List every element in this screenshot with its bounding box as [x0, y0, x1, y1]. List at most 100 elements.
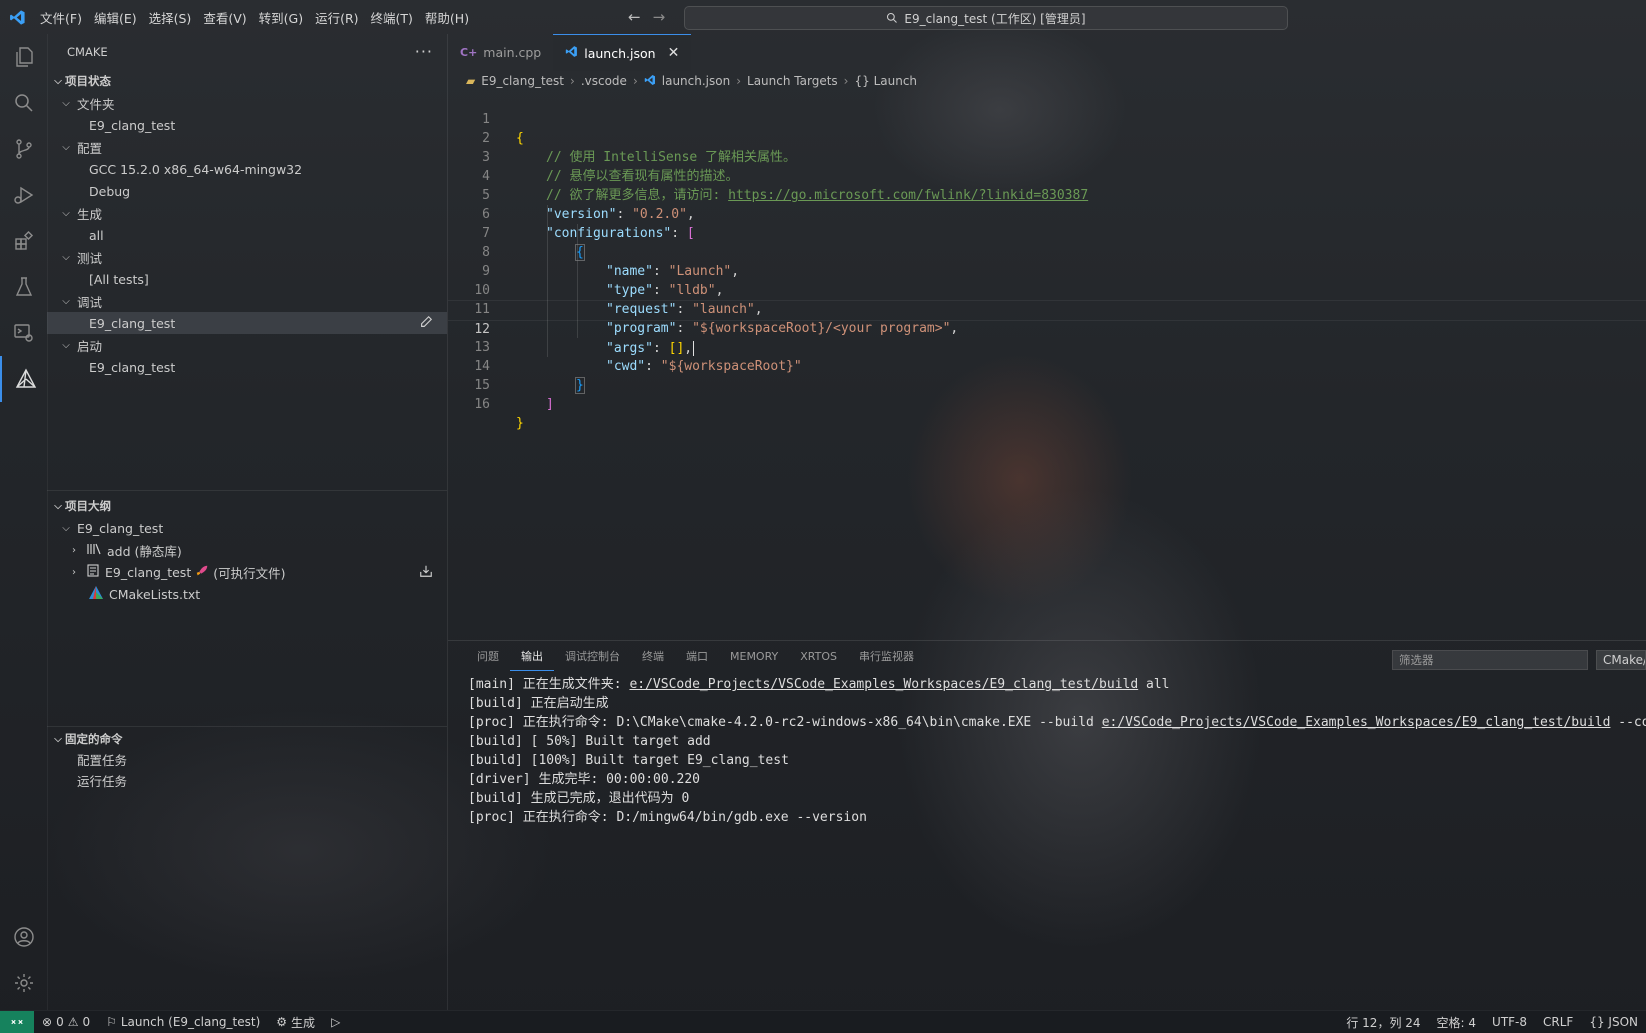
- tree-item-debug[interactable]: ⌵ 调试: [47, 290, 447, 312]
- outline-item-lib[interactable]: › add (静态库): [47, 539, 447, 561]
- tree-item-debug-target[interactable]: E9_clang_test: [47, 312, 447, 334]
- search-icon[interactable]: [0, 80, 47, 126]
- library-icon: [87, 543, 101, 558]
- remote-indicator-icon[interactable]: [0, 1011, 34, 1033]
- testing-icon[interactable]: [0, 264, 47, 310]
- chevron-right-icon: ›: [843, 74, 849, 88]
- search-title: E9_clang_test (工作区) [管理员]: [904, 11, 1086, 26]
- remote-explorer-icon[interactable]: [0, 310, 47, 356]
- source-control-icon[interactable]: [0, 126, 47, 172]
- project-outline-section: ⌵ 项目大纲 ⌵ E9_clang_test › add (静态库) › E9_…: [47, 490, 447, 605]
- section-project-status[interactable]: ⌵ 项目状态: [47, 70, 447, 92]
- back-arrow-icon[interactable]: ←: [628, 8, 641, 26]
- chevron-down-icon: ⌵: [62, 141, 70, 153]
- tree-item-build-target[interactable]: all: [47, 224, 447, 246]
- tab-launch-json[interactable]: launch.json ✕: [553, 34, 692, 71]
- chevron-right-icon: ›: [72, 566, 76, 578]
- forward-arrow-icon[interactable]: →: [653, 8, 666, 26]
- breadcrumb-symbol[interactable]: {} Launch: [854, 74, 917, 88]
- chevron-right-icon: ›: [736, 74, 742, 88]
- section-pinned-commands[interactable]: ⌵ 固定的命令: [47, 729, 447, 749]
- tree-item-launch-target[interactable]: E9_clang_test: [47, 356, 447, 378]
- tab-main-cpp[interactable]: C+ main.cpp: [448, 34, 553, 70]
- gear-icon[interactable]: [0, 960, 47, 1006]
- launch-target-status[interactable]: ⚐ Launch (E9_clang_test): [98, 1015, 268, 1029]
- output-log[interactable]: [main] 正在生成文件夹: e:/VSCode_Projects/VSCod…: [448, 675, 1646, 1005]
- tree-item-build-type[interactable]: Debug: [47, 180, 447, 202]
- folder-icon: ▰: [466, 74, 476, 88]
- extensions-icon[interactable]: [0, 218, 47, 264]
- chevron-down-icon: ⌵: [62, 207, 70, 219]
- panel-tab-xrtos[interactable]: XRTOS: [789, 641, 848, 671]
- tree-item-folder[interactable]: ⌵ 文件夹: [47, 92, 447, 114]
- breadcrumb-subfolder[interactable]: .vscode: [581, 74, 627, 88]
- menu-help[interactable]: 帮助(H): [419, 8, 475, 27]
- tree-item-build[interactable]: ⌵ 生成: [47, 202, 447, 224]
- indentation[interactable]: 空格: 4: [1429, 1014, 1485, 1031]
- chevron-down-icon: ⌵: [62, 97, 70, 109]
- code-line: 5 "version": "0.2.0",: [482, 188, 695, 222]
- tree-item-kit[interactable]: GCC 15.2.0 x86_64-w64-mingw32: [47, 158, 447, 180]
- cursor-position[interactable]: 行 12，列 24: [1338, 1014, 1428, 1031]
- code-line: 7 {: [482, 226, 585, 261]
- code-line: 4 // 欲了解更多信息，请访问: https://go.microsoft.c…: [482, 169, 1089, 203]
- output-path-link[interactable]: e:/VSCode_Projects/VSCode_Examples_Works…: [629, 677, 1138, 692]
- menu-file[interactable]: 文件(F): [34, 8, 88, 27]
- output-line: [main] 正在生成文件夹: e:/VSCode_Projects/VSCod…: [468, 677, 1170, 692]
- outline-root[interactable]: ⌵ E9_clang_test: [47, 517, 447, 539]
- panel-tab-terminal[interactable]: 终端: [631, 641, 675, 671]
- pinned-item-configure-task[interactable]: 配置任务: [47, 749, 447, 770]
- menu-selection[interactable]: 选择(S): [143, 8, 198, 27]
- run-debug-icon[interactable]: [0, 172, 47, 218]
- output-line: [build] 正在启动生成: [468, 696, 609, 711]
- tree-item-test[interactable]: ⌵ 测试: [47, 246, 447, 268]
- download-icon[interactable]: [419, 564, 433, 581]
- tree-item-test-value[interactable]: [All tests]: [47, 268, 447, 290]
- menu-go[interactable]: 转到(G): [253, 8, 309, 27]
- panel-tab-debug-console[interactable]: 调试控制台: [554, 641, 631, 671]
- cmake-icon[interactable]: [0, 356, 49, 402]
- breadcrumb-file[interactable]: launch.json: [662, 74, 730, 88]
- outline-item-cmakelists[interactable]: CMakeLists.txt: [47, 583, 447, 605]
- debug-icon: ⚐: [106, 1015, 117, 1029]
- output-channel-select[interactable]: CMake/: [1596, 650, 1646, 670]
- panel-tab-ports[interactable]: 端口: [675, 641, 719, 671]
- output-path-link[interactable]: e:/VSCode_Projects/VSCode_Examples_Works…: [1102, 715, 1611, 730]
- problems-status[interactable]: ⊗ 0 ⚠ 0: [34, 1015, 98, 1029]
- panel-tab-output[interactable]: 输出: [510, 641, 554, 671]
- panel-tab-serial-monitor[interactable]: 串行监视器: [848, 641, 925, 671]
- accounts-icon[interactable]: [0, 914, 47, 960]
- code-line: 3 // 悬停以查看现有属性的描述。: [482, 150, 739, 184]
- language-mode[interactable]: {} JSON: [1581, 1015, 1646, 1029]
- menu-run[interactable]: 运行(R): [309, 8, 364, 27]
- menu-terminal[interactable]: 终端(T): [365, 8, 419, 27]
- chevron-down-icon: ⌵: [62, 295, 70, 307]
- menu-edit[interactable]: 编辑(E): [88, 8, 143, 27]
- breadcrumb-folder[interactable]: E9_clang_test: [481, 74, 564, 88]
- tree-item-folder-value[interactable]: E9_clang_test: [47, 114, 447, 136]
- tree-item-config[interactable]: ⌵ 配置: [47, 136, 447, 158]
- panel-tab-memory[interactable]: MEMORY: [719, 641, 789, 671]
- output-line: [build] 生成已完成，退出代码为 0: [468, 791, 690, 806]
- output-filter-input[interactable]: 筛选器: [1392, 650, 1588, 670]
- code-editor[interactable]: 1 { 2 // 使用 IntelliSense 了解相关属性。 3 // 悬停…: [448, 91, 1646, 631]
- breadcrumb-section[interactable]: Launch Targets: [747, 74, 838, 88]
- explorer-icon[interactable]: [0, 34, 47, 80]
- line-ending[interactable]: CRLF: [1535, 1015, 1581, 1029]
- error-icon: ⊗: [42, 1015, 53, 1029]
- more-actions-icon[interactable]: ···: [415, 42, 433, 61]
- menu-view[interactable]: 查看(V): [197, 8, 252, 27]
- search-icon: [887, 12, 898, 23]
- section-project-outline[interactable]: ⌵ 项目大纲: [47, 495, 447, 517]
- pinned-item-run-task[interactable]: 运行任务: [47, 770, 447, 791]
- tree-item-launch[interactable]: ⌵ 启动: [47, 334, 447, 356]
- run-button[interactable]: ▷: [323, 1015, 348, 1029]
- encoding[interactable]: UTF-8: [1484, 1015, 1535, 1029]
- outline-item-exe[interactable]: › E9_clang_test (可执行文件): [47, 561, 447, 583]
- build-status[interactable]: ⚙ 生成: [268, 1014, 323, 1031]
- pencil-icon[interactable]: [419, 315, 433, 332]
- command-center-search[interactable]: E9_clang_test (工作区) [管理员]: [684, 6, 1288, 30]
- close-tab-icon[interactable]: ✕: [668, 45, 680, 61]
- panel-tab-problems[interactable]: 问题: [466, 641, 510, 671]
- code-line: 11 "program": "${workspaceRoot}/<your pr…: [474, 302, 959, 336]
